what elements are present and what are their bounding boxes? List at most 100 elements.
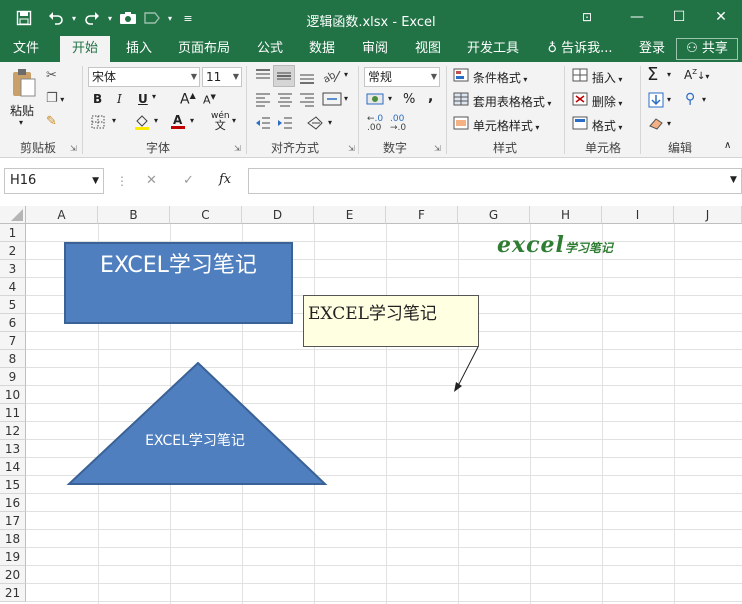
percent-button[interactable]: %	[403, 92, 415, 107]
column-header[interactable]: E	[314, 206, 386, 224]
align-top-icon[interactable]	[254, 67, 272, 88]
paste-icon[interactable]	[10, 68, 38, 98]
minimize-button[interactable]: —	[624, 6, 650, 28]
increase-indent-icon[interactable]	[276, 115, 294, 134]
triangle-shape[interactable]	[66, 362, 328, 486]
insert-function-icon[interactable]: fx	[219, 172, 231, 187]
row-header[interactable]: 8	[0, 350, 26, 368]
tab-file[interactable]: 文件	[4, 36, 48, 62]
row-header[interactable]: 19	[0, 548, 26, 566]
autosum-button[interactable]: Σ	[647, 64, 658, 85]
orientation-icon[interactable]: ab	[321, 67, 344, 88]
row-header[interactable]: 10	[0, 386, 26, 404]
row-header[interactable]: 1	[0, 224, 26, 242]
cut-icon[interactable]: ✂	[46, 68, 57, 83]
row-header[interactable]: 9	[0, 368, 26, 386]
phonetic-guide-icon[interactable]: wén 文	[211, 112, 230, 132]
worksheet-grid[interactable]: A B C D E F G H I J 1 2 3 4 5 6 7 8 9 10…	[0, 206, 742, 604]
sort-filter-button[interactable]: AZ↓▾	[684, 68, 709, 82]
increase-decimal-button[interactable]: ←.0.00	[367, 115, 383, 133]
tab-developer[interactable]: 开发工具	[460, 36, 526, 62]
tab-page-layout[interactable]: 页面布局	[172, 36, 236, 62]
formula-input[interactable]	[248, 168, 742, 194]
column-header[interactable]: D	[242, 206, 314, 224]
enter-formula-icon[interactable]: ✓	[183, 173, 194, 188]
border-icon[interactable]	[91, 115, 105, 132]
row-header[interactable]: 7	[0, 332, 26, 350]
format-painter-icon[interactable]: ✎	[46, 114, 57, 129]
row-header[interactable]: 12	[0, 422, 26, 440]
find-select-button[interactable]: ⚲	[685, 91, 695, 107]
find-dropdown-icon[interactable]: ▾	[702, 95, 706, 104]
fill-dropdown-icon[interactable]: ▾	[667, 95, 671, 104]
italic-button[interactable]: I	[117, 92, 122, 106]
clear-dropdown-icon[interactable]: ▾	[667, 119, 671, 128]
row-header[interactable]: 21	[0, 584, 26, 602]
format-as-table-button[interactable]: 套用表格格式 ▾	[453, 92, 551, 110]
currency-icon[interactable]	[366, 91, 386, 110]
row-header[interactable]: 3	[0, 260, 26, 278]
column-header[interactable]: A	[26, 206, 98, 224]
wrap-text-icon[interactable]	[306, 115, 326, 134]
border-dropdown-icon[interactable]: ▾	[112, 116, 116, 125]
row-header[interactable]: 16	[0, 494, 26, 512]
tab-view[interactable]: 视图	[406, 36, 450, 62]
expand-formula-icon[interactable]: ▼	[730, 175, 737, 185]
column-header[interactable]: F	[386, 206, 458, 224]
row-header[interactable]: 2	[0, 242, 26, 260]
ribbon-options-icon[interactable]: ⊡	[574, 6, 600, 28]
clear-icon[interactable]	[648, 116, 664, 133]
column-header[interactable]: B	[98, 206, 170, 224]
rectangle-shape[interactable]: EXCEL学习笔记	[64, 242, 293, 324]
row-header[interactable]: 18	[0, 530, 26, 548]
insert-cells-button[interactable]: 插入 ▾	[572, 68, 622, 86]
row-header[interactable]: 4	[0, 278, 26, 296]
share-button[interactable]: ⚇ 共享	[676, 38, 738, 60]
font-size-select[interactable]: 11 ▼	[202, 67, 242, 87]
tab-review[interactable]: 审阅	[353, 36, 397, 62]
conditional-format-button[interactable]: 条件格式 ▾	[453, 68, 527, 86]
tab-data[interactable]: 数据	[300, 36, 344, 62]
callout-shape[interactable]: EXCEL学习笔记	[303, 295, 479, 347]
decrease-decimal-button[interactable]: .00 →.0	[390, 115, 406, 133]
fill-down-icon[interactable]	[648, 92, 664, 111]
copy-icon[interactable]: ❐ ▾	[46, 91, 64, 106]
wrap-dropdown-icon[interactable]: ▾	[328, 118, 332, 127]
collapse-ribbon-icon[interactable]: ∧	[724, 140, 731, 151]
align-bottom-icon[interactable]	[298, 67, 316, 88]
alignment-launcher-icon[interactable]: ⇲	[348, 144, 355, 153]
cell-styles-button[interactable]: 单元格样式 ▾	[453, 116, 539, 134]
column-header[interactable]: I	[602, 206, 674, 224]
cancel-formula-icon[interactable]: ✕	[146, 173, 157, 188]
align-left-icon[interactable]	[254, 91, 272, 110]
orientation-dropdown-icon[interactable]: ▾	[344, 70, 348, 79]
select-all-corner[interactable]	[0, 206, 26, 224]
merge-dropdown-icon[interactable]: ▾	[344, 94, 348, 103]
row-header[interactable]: 17	[0, 512, 26, 530]
login-link[interactable]: 登录	[632, 36, 672, 62]
row-header[interactable]: 20	[0, 566, 26, 584]
paste-button[interactable]: 粘贴	[10, 102, 34, 119]
merge-center-icon[interactable]	[322, 91, 342, 110]
row-header[interactable]: 15	[0, 476, 26, 494]
name-box[interactable]: H16 ▼	[4, 168, 104, 194]
column-header[interactable]: J	[674, 206, 742, 224]
font-name-select[interactable]: 宋体 ▼	[88, 67, 200, 87]
phonetic-dropdown-icon[interactable]: ▾	[232, 116, 236, 125]
row-header[interactable]: 13	[0, 440, 26, 458]
delete-cells-button[interactable]: 删除 ▾	[572, 92, 622, 110]
font-launcher-icon[interactable]: ⇲	[234, 144, 241, 153]
row-header[interactable]: 5	[0, 296, 26, 314]
row-header[interactable]: 6	[0, 314, 26, 332]
column-header[interactable]: C	[170, 206, 242, 224]
fill-color-dropdown-icon[interactable]: ▾	[154, 116, 158, 125]
number-format-select[interactable]: 常规 ▼	[364, 67, 440, 87]
grow-font-button[interactable]: A▲	[180, 91, 196, 108]
currency-dropdown-icon[interactable]: ▾	[388, 94, 392, 103]
tab-home[interactable]: 开始	[60, 36, 110, 62]
underline-dropdown-icon[interactable]: ▾	[152, 92, 156, 101]
align-right-icon[interactable]	[298, 91, 316, 110]
format-cells-button[interactable]: 格式 ▾	[572, 116, 622, 134]
font-color-dropdown-icon[interactable]: ▾	[190, 116, 194, 125]
comma-button[interactable]: ,	[428, 89, 433, 105]
